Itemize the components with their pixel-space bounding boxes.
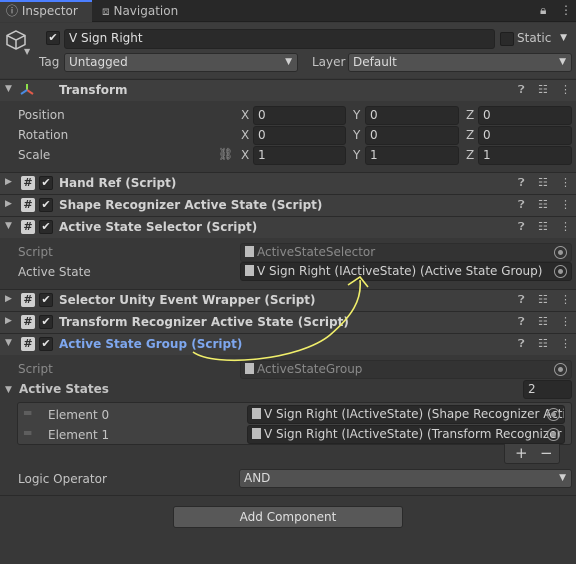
annotation-arrow (192, 275, 369, 362)
